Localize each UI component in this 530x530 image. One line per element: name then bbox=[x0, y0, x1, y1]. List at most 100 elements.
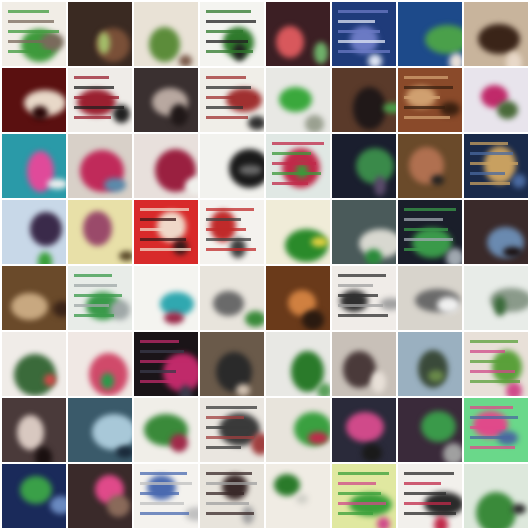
thumbnail-shape bbox=[346, 412, 384, 442]
thumbnail-tile bbox=[200, 398, 264, 462]
thumbnail-tile bbox=[2, 200, 66, 264]
thumbnail-text-line bbox=[206, 20, 256, 23]
thumbnail-tile bbox=[134, 68, 198, 132]
thumbnail-shape bbox=[32, 106, 48, 120]
thumbnail-text-line bbox=[338, 472, 389, 475]
thumbnail-text-line bbox=[272, 142, 324, 145]
thumbnail-shape bbox=[185, 177, 198, 195]
thumbnail-shape bbox=[11, 293, 48, 320]
thumbnail-text-line bbox=[338, 10, 388, 13]
thumbnail-text-line bbox=[74, 106, 124, 109]
thumbnail-tile bbox=[68, 200, 132, 264]
thumbnail-shape bbox=[368, 54, 382, 66]
thumbnail-shape bbox=[170, 434, 188, 452]
thumbnail-text-line bbox=[140, 238, 186, 241]
thumbnail-tile bbox=[266, 266, 330, 330]
thumbnail-tile bbox=[464, 464, 528, 528]
thumbnail-text-line bbox=[404, 238, 453, 241]
thumbnail-text-line bbox=[206, 86, 251, 89]
thumbnail-tile bbox=[398, 68, 462, 132]
thumbnail-shape bbox=[353, 87, 386, 130]
thumbnail-tile bbox=[68, 68, 132, 132]
thumbnail-tile bbox=[464, 200, 528, 264]
thumbnail-text-line bbox=[404, 218, 443, 221]
thumbnail-text-line bbox=[140, 502, 184, 505]
thumbnail-tile bbox=[68, 464, 132, 528]
thumbnail-text-line bbox=[206, 502, 249, 505]
thumbnail-tile bbox=[200, 68, 264, 132]
thumbnail-tile bbox=[266, 2, 330, 66]
thumbnail-shape bbox=[377, 517, 390, 528]
thumbnail-shape bbox=[53, 301, 66, 317]
thumbnail-text-line bbox=[470, 152, 513, 155]
thumbnail-text-line bbox=[272, 182, 308, 185]
thumbnail-tile bbox=[464, 68, 528, 132]
thumbnail-text-line bbox=[206, 426, 249, 429]
thumbnail-text-line bbox=[8, 10, 49, 13]
thumbnail-shape bbox=[248, 116, 264, 130]
thumbnail-tile bbox=[68, 134, 132, 198]
thumbnail-text-line bbox=[404, 106, 445, 109]
thumbnail-text-line bbox=[404, 228, 448, 231]
thumbnail-shape bbox=[47, 179, 66, 189]
thumbnail-shape bbox=[83, 211, 112, 246]
thumbnail-shape bbox=[101, 373, 114, 389]
thumbnail-tile bbox=[2, 134, 66, 198]
thumbnail-shape bbox=[222, 474, 248, 500]
thumbnail-tile bbox=[398, 464, 462, 528]
thumbnail-shape bbox=[92, 414, 132, 450]
thumbnail-shape bbox=[497, 101, 518, 119]
thumbnail-shape bbox=[274, 474, 300, 496]
thumbnail-shape bbox=[506, 382, 522, 396]
thumbnail-tile bbox=[266, 464, 330, 528]
thumbnail-text-line bbox=[8, 50, 51, 53]
thumbnail-text-line bbox=[470, 416, 518, 419]
thumbnail-text-line bbox=[206, 406, 257, 409]
thumbnail-shape bbox=[239, 165, 262, 175]
thumbnail-text-line bbox=[338, 482, 376, 485]
thumbnail-tile bbox=[2, 266, 66, 330]
thumbnail-text-line bbox=[404, 482, 441, 485]
thumbnail-tile bbox=[68, 398, 132, 462]
thumbnail-text-line bbox=[470, 436, 510, 439]
thumbnail-text-line bbox=[470, 360, 510, 363]
thumbnail-tile bbox=[266, 134, 330, 198]
thumbnail-shape bbox=[276, 26, 304, 58]
thumbnail-shape bbox=[98, 32, 110, 54]
thumbnail-shape bbox=[374, 176, 386, 196]
thumbnail-text-line bbox=[206, 76, 246, 79]
thumbnail-tile bbox=[68, 332, 132, 396]
thumbnail-text-line bbox=[206, 50, 253, 53]
thumbnail-tile bbox=[2, 68, 66, 132]
thumbnail-shape bbox=[173, 239, 188, 255]
thumbnail-tile bbox=[134, 134, 198, 198]
thumbnail-text-line bbox=[272, 172, 321, 175]
thumbnail-shape bbox=[107, 495, 130, 517]
thumbnail-text-line bbox=[206, 492, 244, 495]
thumbnail-text-line bbox=[206, 248, 256, 251]
thumbnail-tile bbox=[2, 2, 66, 66]
thumbnail-text-line bbox=[140, 248, 191, 251]
thumbnail-text-line bbox=[338, 284, 373, 287]
thumbnail-shape bbox=[17, 415, 44, 450]
thumbnail-shape bbox=[170, 104, 188, 126]
thumbnail-text-line bbox=[470, 446, 515, 449]
thumbnail-tile bbox=[332, 332, 396, 396]
thumbnail-shape bbox=[449, 53, 462, 66]
thumbnail-tile bbox=[332, 398, 396, 462]
thumbnail-tile bbox=[332, 134, 396, 198]
thumbnail-shape bbox=[104, 178, 126, 192]
thumbnail-text-line bbox=[470, 172, 505, 175]
thumbnail-tile bbox=[200, 200, 264, 264]
thumbnail-text-line bbox=[206, 40, 248, 43]
thumbnail-shape bbox=[492, 350, 522, 384]
thumbnail-tile bbox=[200, 464, 264, 528]
thumbnail-text-line bbox=[470, 380, 520, 383]
thumbnail-shape bbox=[38, 252, 52, 264]
thumbnail-text-line bbox=[206, 416, 244, 419]
thumbnail-text-line bbox=[404, 502, 451, 505]
thumbnail-text-line bbox=[140, 350, 184, 353]
thumbnail-tile bbox=[68, 2, 132, 66]
thumbnail-text-line bbox=[404, 208, 456, 211]
thumbnail-shape bbox=[305, 115, 324, 132]
